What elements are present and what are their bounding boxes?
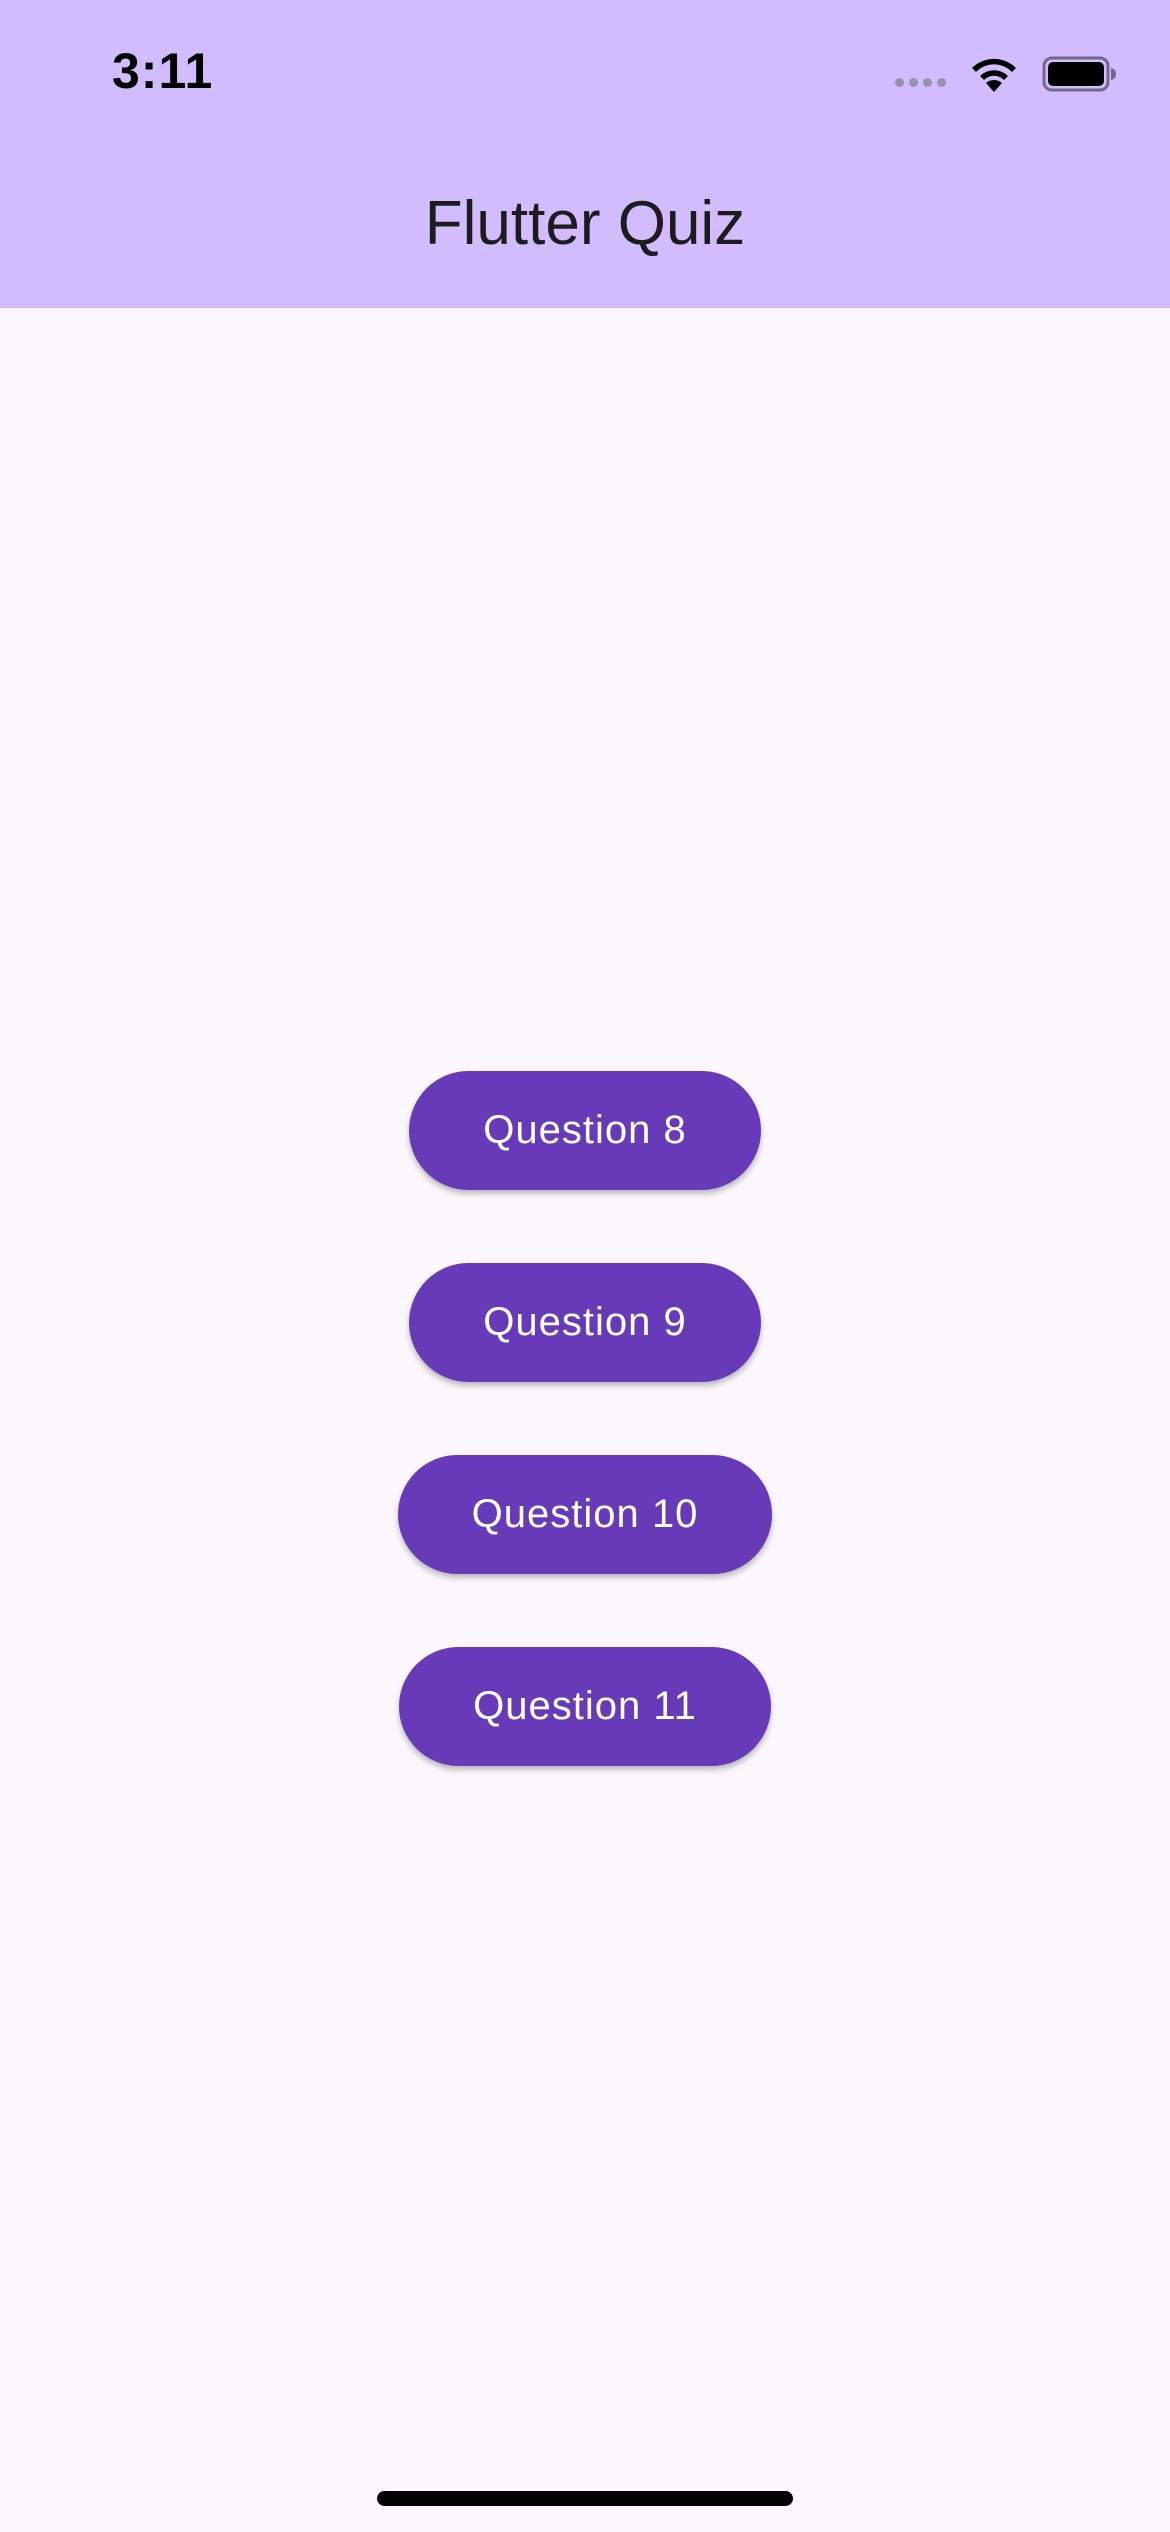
status-icons [895, 52, 1118, 96]
app-bar: 3:11 Flutter Quiz [0, 0, 1170, 308]
question-10-button[interactable]: Question 10 [397, 1455, 773, 1574]
status-time: 3:11 [112, 43, 214, 99]
screen: 3:11 Flutter Quiz Question 8 Question 9 … [0, 0, 1170, 2532]
wifi-icon [972, 58, 1016, 92]
battery-icon [1042, 56, 1116, 92]
question-list: Question 8 Question 9 Question 10 Questi… [0, 1071, 1170, 1766]
page-title: Flutter Quiz [424, 189, 746, 258]
home-indicator[interactable] [377, 2491, 793, 2506]
question-9-button[interactable]: Question 9 [409, 1263, 761, 1382]
signal-icon [895, 44, 946, 104]
question-11-button[interactable]: Question 11 [399, 1647, 771, 1766]
question-8-button[interactable]: Question 8 [409, 1071, 761, 1190]
